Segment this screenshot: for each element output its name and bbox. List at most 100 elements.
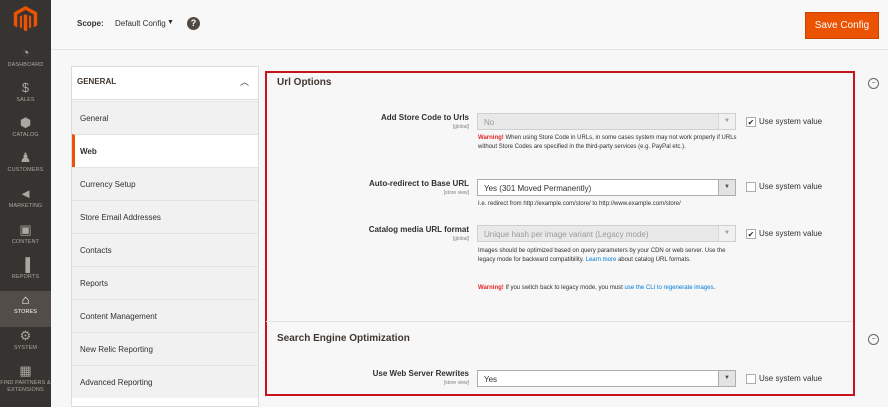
nav-item-system[interactable]: ⚙ System [0,327,51,363]
use-system-value-checkbox[interactable] [746,182,756,192]
nav-item-sales[interactable]: $ Sales [0,79,51,115]
note-text-after: about catalog URL formats. [616,257,691,263]
field-note: I.e. redirect from http://example.com/st… [478,201,681,207]
caret-down-icon: ▼ [718,180,735,195]
nav-item-find-partners-extensions[interactable]: ▦ Find Partners & Extensions [0,362,51,402]
nav-item-catalog[interactable]: ⬢ Catalog [0,114,51,150]
use-system-value-checkbox[interactable] [746,374,756,384]
tab-group-general[interactable]: General ︿ [72,67,258,100]
box-icon: ▦ [19,363,32,378]
speedometer-icon: ◔ [21,45,30,60]
nav-item-stores[interactable]: ⌂ Stores [0,291,51,327]
scope-label: Scope: [77,19,104,28]
layout-icon: ▣ [19,222,32,237]
warning-label: Warning! [478,285,504,291]
tab-label: Advanced Reporting [80,378,153,387]
caret-down-icon: ▼ [718,114,735,129]
warning-note: Warning! If you switch back to legacy mo… [478,284,738,293]
nav-item-label: Reports [11,274,40,280]
nav-item-customers[interactable]: ♟ Customers [0,149,51,185]
nav-item-label: Marketing [8,203,43,209]
megaphone-icon: ◄ [19,186,32,201]
add-store-code-select[interactable]: No ▼ [477,113,736,130]
auto-redirect-select[interactable]: Yes (301 Moved Permanently) ▼ [477,179,736,196]
section-title-url-options[interactable]: Url Options [277,77,331,88]
tab-contacts[interactable]: Contacts [72,233,258,266]
section-divider [266,321,853,322]
select-value: No [484,118,495,127]
gear-icon: ⚙ [19,328,32,343]
tab-web[interactable]: Web [72,134,258,167]
field-note: Images should be optimized based on quer… [478,247,738,265]
scope-hint: [global] [452,124,469,130]
nav-item-label: Customers [7,167,44,173]
scope-hint: [global] [452,236,469,242]
use-system-value-checkbox[interactable]: ✔ [746,117,756,127]
field-label-add-store-code: Add Store Code to Urls [380,113,469,122]
nav-item-label: Find Partners & Extensions [0,380,51,393]
save-config-button[interactable]: Save Config [805,12,879,39]
person-icon: ♟ [19,150,32,165]
field-label-catalog-media-url: Catalog media URL format [368,225,469,234]
field-label-auto-redirect: Auto-redirect to Base URL [368,179,469,188]
tab-store-email-addresses[interactable]: Store Email Addresses [72,200,258,233]
nav-item-label: Sales [16,97,35,103]
regenerate-images-link[interactable]: use the CLI to regenerate images [625,285,714,291]
warning-label: Warning! [478,135,504,141]
tab-label: General [80,114,109,123]
use-system-value-label[interactable]: Use system value [759,117,822,126]
tab-content-management[interactable]: Content Management [72,299,258,332]
cube-icon: ⬢ [19,115,32,130]
field-label-web-server-rewrites: Use Web Server Rewrites [372,369,469,378]
nav-item-label: Content [11,239,40,245]
page-header: Scope: Default Config ▼ ? Save Config [51,0,888,50]
config-tabs: General ︿ General Web Currency Setup Store … [71,66,259,407]
nav-item-marketing[interactable]: ◄ Marketing [0,185,51,221]
nav-item-content[interactable]: ▣ Content [0,221,51,257]
collapse-icon[interactable]: − [868,78,879,89]
select-value: Yes (301 Moved Permanently) [484,184,592,193]
tab-label: Reports [80,279,109,288]
learn-more-link[interactable]: Learn more [586,257,617,263]
tab-label: New Relic Reporting [80,345,153,354]
scope-hint: [store view] [443,190,469,196]
chevron-up-icon[interactable]: ︿ [240,75,249,88]
use-system-value-label[interactable]: Use system value [759,229,822,238]
select-value: Unique hash per image variant (Legacy mo… [484,230,649,239]
caret-down-icon: ▼ [718,371,735,386]
dollar-icon: $ [21,80,30,95]
nav-item-dashboard[interactable]: ◔ Dashboard [0,44,51,80]
tab-label: Currency Setup [80,180,136,189]
warning-text: If you switch back to legacy mode, you m… [503,285,625,291]
admin-sidebar: ◔ Dashboard $ Sales ⬢ Catalog ♟ Customers ◄ Marke… [0,0,51,407]
nav-item-label: System [13,345,38,351]
bar-chart-icon: ▐ [20,257,31,272]
nav-item-label: Stores [13,309,38,315]
section-title-seo[interactable]: Search Engine Optimization [277,333,410,344]
warning-note: Warning! When using Store Code in URLs, … [478,134,738,152]
use-system-value-label[interactable]: Use system value [759,182,822,191]
nav-item-reports[interactable]: ▐ Reports [0,256,51,292]
tab-currency-setup[interactable]: Currency Setup [72,167,258,200]
help-icon[interactable]: ? [187,17,200,30]
tab-general[interactable]: General [72,101,258,134]
magento-logo-icon[interactable] [12,6,39,32]
nav-item-label: Catalog [12,132,39,138]
catalog-media-url-select[interactable]: Unique hash per image variant (Legacy mo… [477,225,736,242]
collapse-icon[interactable]: − [868,334,879,345]
scope-switcher[interactable]: Default Config [115,19,166,28]
tab-label: Web [80,147,97,156]
caret-down-icon: ▼ [718,226,735,241]
tab-label: Contacts [80,246,112,255]
select-value: Yes [484,375,498,384]
caret-down-icon[interactable]: ▼ [167,19,174,26]
web-server-rewrites-select[interactable]: Yes ▼ [477,370,736,387]
tab-group-title: General [77,77,117,86]
warning-text: When using Store Code in URLs, in some c… [478,135,737,150]
tab-advanced-reporting[interactable]: Advanced Reporting [72,365,258,398]
tab-reports[interactable]: Reports [72,266,258,299]
tab-new-relic-reporting[interactable]: New Relic Reporting [72,332,258,365]
scope-hint: [store view] [443,380,469,386]
use-system-value-checkbox[interactable]: ✔ [746,229,756,239]
use-system-value-label[interactable]: Use system value [759,374,822,383]
